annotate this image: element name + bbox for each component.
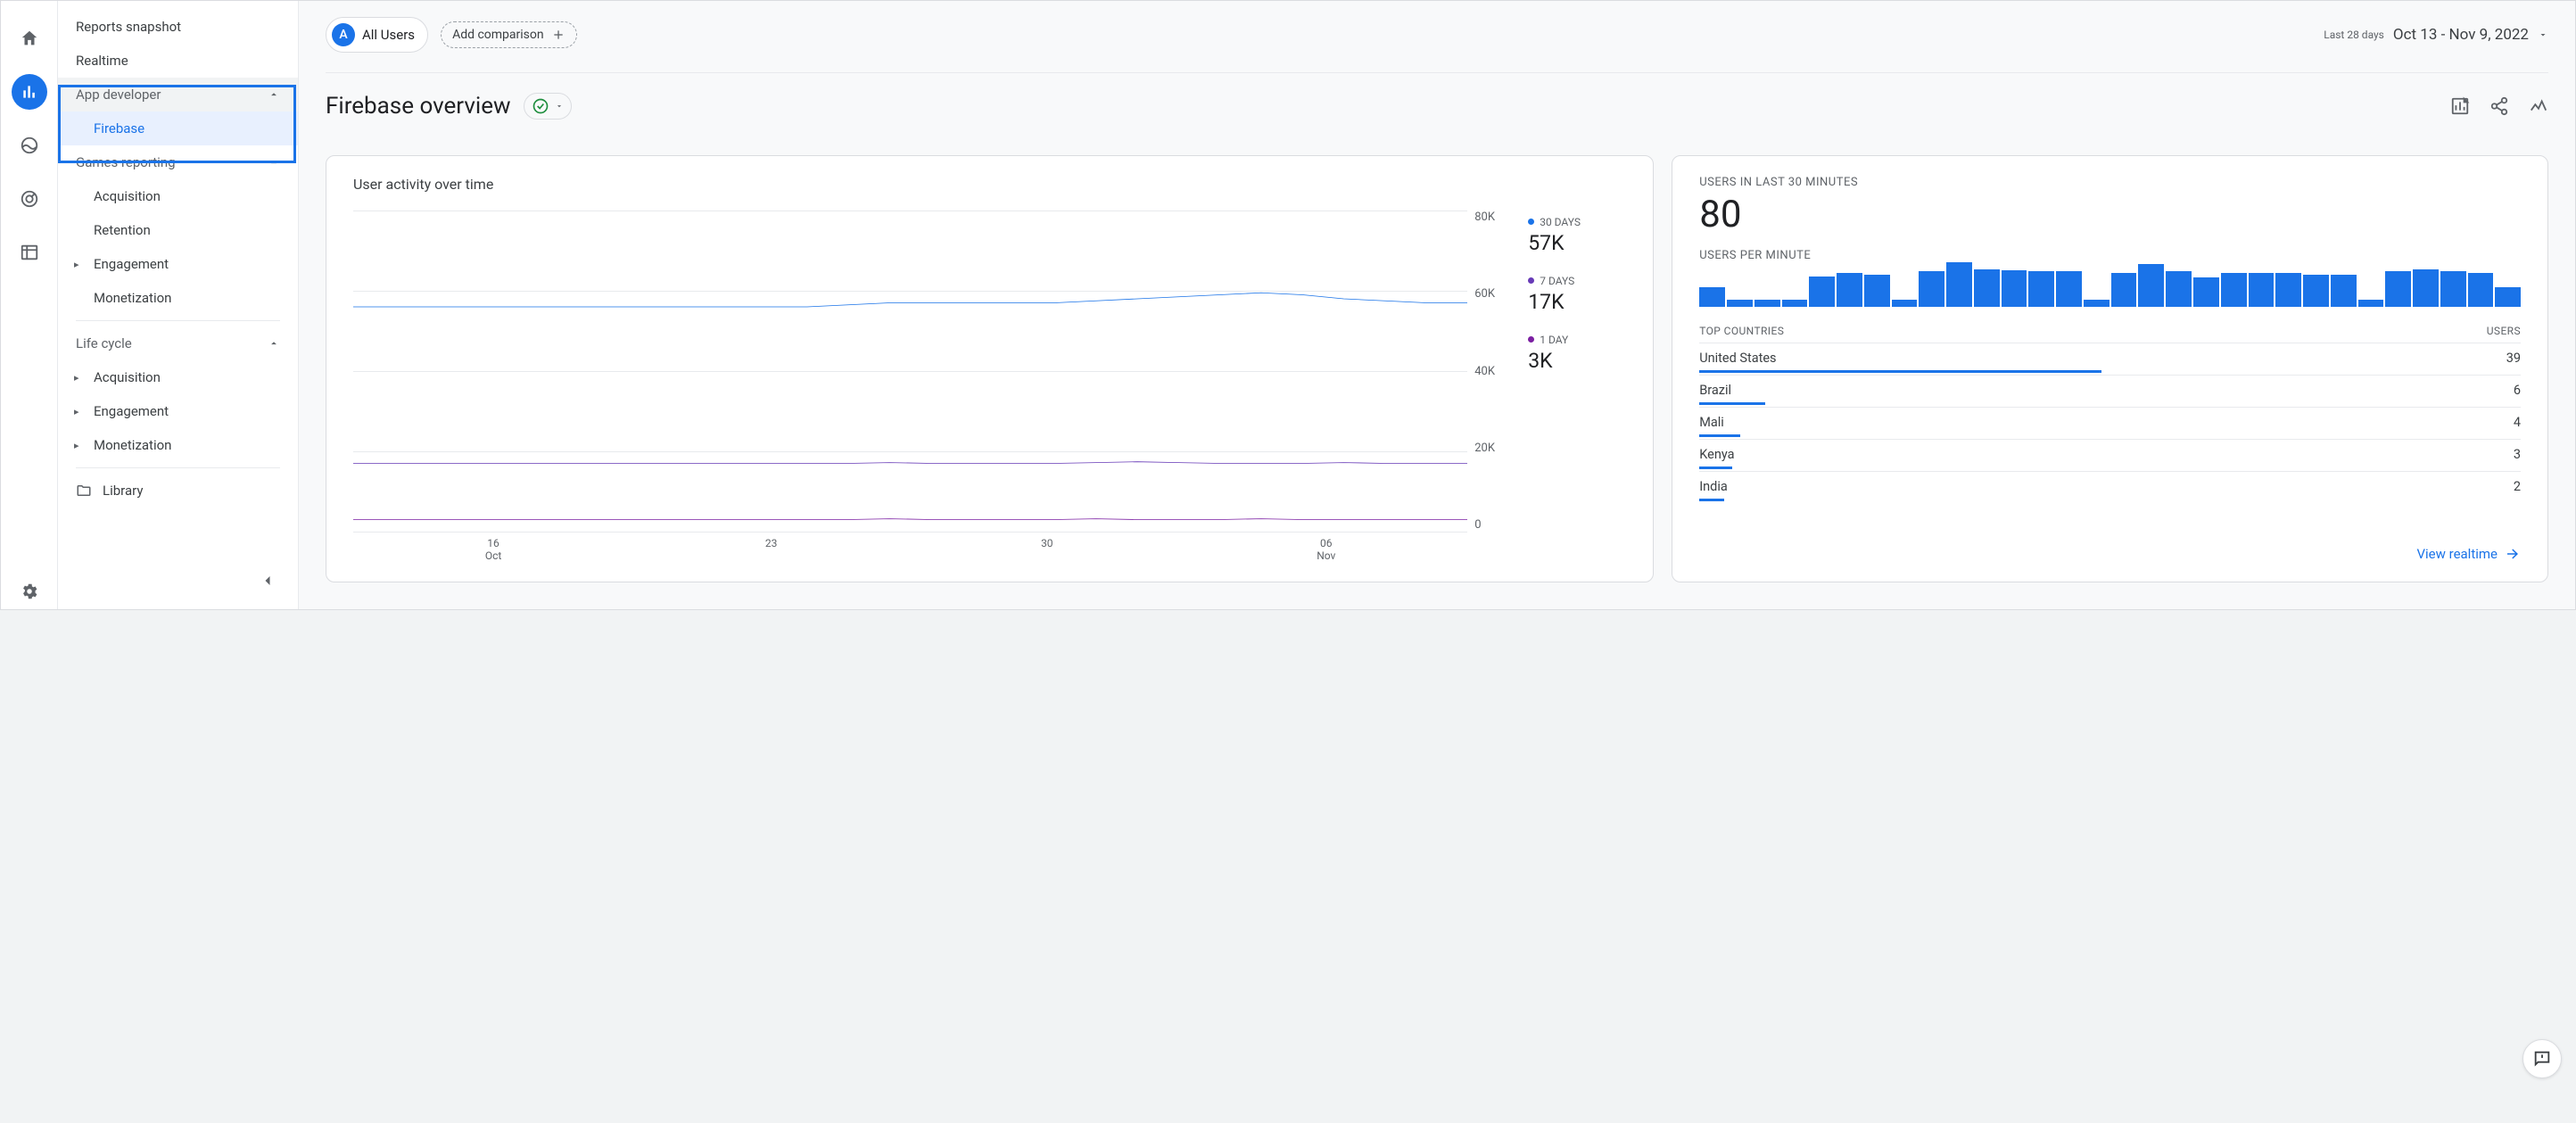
sidebar-group-app-developer[interactable]: App developer [58,78,298,111]
divider [76,467,280,468]
users-30m-label: USERS IN LAST 30 MINUTES [1699,176,2521,189]
sidebar-group-life-cycle[interactable]: Life cycle [58,326,298,360]
x-axis: 16Oct233006Nov [353,537,1507,562]
sidebar-item-library[interactable]: Library [58,474,298,508]
segment-badge: A [332,23,355,46]
dropdown-icon [2538,29,2548,40]
users-header: USERS [2487,325,2521,337]
view-realtime-link[interactable]: View realtime [2416,546,2521,562]
collapse-sidebar-button[interactable] [259,572,277,593]
country-row: India2 [1699,471,2521,503]
nav-rail [1,1,58,609]
users-30m-value: 80 [1699,193,2521,236]
country-row: United States39 [1699,343,2521,375]
sidebar-item-monetization[interactable]: Monetization [58,281,298,315]
sidebar-item-realtime[interactable]: Realtime [58,44,298,78]
country-row: Mali4 [1699,407,2521,439]
share-icon[interactable] [2489,96,2509,116]
chevron-up-icon [268,156,280,169]
rail-settings-icon[interactable] [12,574,47,609]
chevron-up-icon [268,88,280,101]
folder-icon [76,483,92,499]
date-range-picker[interactable]: Last 28 days Oct 13 - Nov 9, 2022 [2324,26,2548,44]
sidebar-item-firebase[interactable]: Firebase [58,111,298,145]
sidebar-item-acquisition[interactable]: Acquisition [58,179,298,213]
country-row: Brazil6 [1699,375,2521,407]
check-circle-icon [532,97,549,115]
plus-icon [551,28,566,42]
segment-label: All Users [362,27,415,43]
rail-advertising-icon[interactable] [12,181,47,217]
card-title: User activity over time [353,176,1626,193]
top-countries-header: TOP COUNTRIES [1699,325,1784,337]
country-row: Kenya3 [1699,439,2521,471]
chevron-up-icon [268,337,280,350]
card-realtime: USERS IN LAST 30 MINUTES 80 USERS PER MI… [1672,155,2548,582]
rail-reports-icon[interactable] [12,74,47,110]
sidebar-group-games-reporting[interactable]: Games reporting [58,145,298,179]
users-per-minute-label: USERS PER MINUTE [1699,249,2521,262]
divider [76,320,280,321]
sidebar-item-lc-engagement[interactable]: ▸Engagement [58,394,298,428]
main-content: A All Users Add comparison Last 28 days … [299,1,2575,609]
sidebar-item-reports-snapshot[interactable]: Reports snapshot [58,10,298,44]
card-user-activity: User activity over time 80K60K40K20K0 16… [326,155,1654,582]
line-chart[interactable] [353,211,1467,532]
rail-explore-icon[interactable] [12,128,47,163]
customize-report-icon[interactable] [2450,96,2470,116]
sidebar: Reports snapshot Realtime App developer … [58,1,299,609]
add-comparison-button[interactable]: Add comparison [441,21,577,48]
rail-configure-icon[interactable] [12,235,47,270]
users-per-minute-sparkline [1699,262,2521,307]
chart-legend: 30 DAYS57K7 DAYS17K1 DAY3K [1528,211,1626,562]
arrow-right-icon [2505,546,2521,562]
insights-icon[interactable] [2529,96,2548,116]
sidebar-item-lc-acquisition[interactable]: ▸Acquisition [58,360,298,394]
segment-all-users[interactable]: A All Users [326,17,428,53]
y-axis: 80K60K40K20K0 [1467,211,1507,532]
dropdown-icon [555,102,564,111]
sidebar-item-retention[interactable]: Retention [58,213,298,247]
status-indicator[interactable] [524,93,572,120]
rail-home-icon[interactable] [12,21,47,56]
page-title: Firebase overview [326,93,511,120]
sidebar-item-engagement[interactable]: ▸Engagement [58,247,298,281]
sidebar-item-lc-monetization[interactable]: ▸Monetization [58,428,298,462]
